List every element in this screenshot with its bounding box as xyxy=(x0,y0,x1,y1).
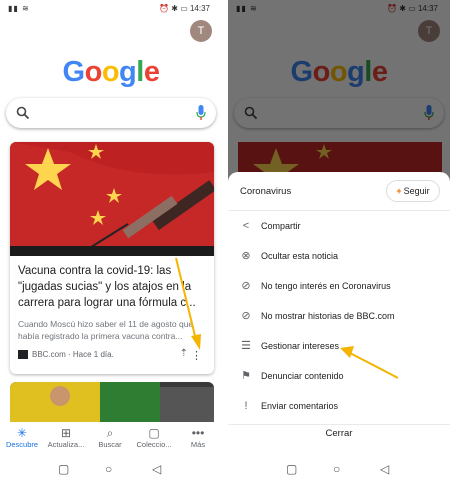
recents-icon[interactable]: ▢ xyxy=(286,462,297,476)
back-icon[interactable]: ◁ xyxy=(152,462,161,476)
collections-icon: ▢ xyxy=(148,426,160,440)
nav-descubre[interactable]: ✳ Descubre xyxy=(0,426,44,449)
asterisk-icon: ✳ xyxy=(16,426,28,440)
inbox-icon: ⊞ xyxy=(60,426,72,440)
right-screen: ▮▮ ≋ ⏰ ✱ ▭ 14:37 T Google Coronavirus +S… xyxy=(228,0,450,482)
home-icon[interactable]: ○ xyxy=(105,462,112,476)
system-nav: ▢ ○ ◁ xyxy=(228,456,450,482)
left-screen: ▮▮ ≋ ⏰ ✱ ▭ 14:37 T Google Vacuna contra … xyxy=(0,0,222,482)
nav-colecciones[interactable]: ▢ Coleccio... xyxy=(132,426,176,449)
nav-buscar[interactable]: ⌕ Buscar xyxy=(88,426,132,449)
home-icon[interactable]: ○ xyxy=(333,462,340,476)
more-icon: ••• xyxy=(191,426,205,440)
nav-mas[interactable]: ••• Más xyxy=(176,426,220,449)
annotation-arrow xyxy=(175,257,201,350)
back-icon[interactable]: ◁ xyxy=(380,462,389,476)
bottom-navigation: ✳ Descubre ⊞ Actualiza... ⌕ Buscar ▢ Col… xyxy=(0,424,222,454)
search-icon: ⌕ xyxy=(106,426,114,440)
system-nav: ▢ ○ ◁ xyxy=(0,456,222,482)
annotation-arrow xyxy=(340,346,399,379)
recents-icon[interactable]: ▢ xyxy=(58,462,69,476)
nav-actualizaciones[interactable]: ⊞ Actualiza... xyxy=(44,426,88,449)
